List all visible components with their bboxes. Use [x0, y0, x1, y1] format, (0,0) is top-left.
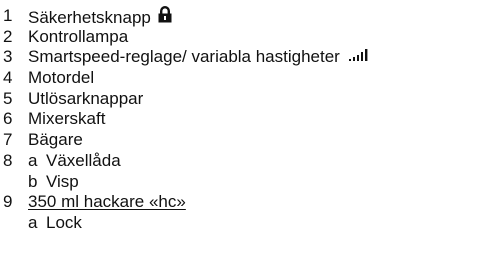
item-label: Bägare [28, 130, 83, 150]
item-number: 1 [3, 6, 13, 25]
list-item-9: 9 350 ml hackare «hc» [0, 192, 490, 213]
list-item-8a: 8 a Växellåda [0, 151, 490, 172]
list-item-7: 7 Bägare [0, 130, 490, 151]
item-label: Kontrollampa [28, 26, 129, 46]
item-label: 350 ml hackare «hc» [28, 192, 186, 212]
list-item-2: 2 Kontrollampa [0, 27, 490, 48]
item-letter: a [28, 150, 38, 170]
item-label: Säkerhetsknapp [28, 6, 172, 29]
list-item-9a: a Lock [0, 213, 490, 234]
list-item-6: 6 Mixerskaft [0, 109, 490, 130]
item-number: 6 [3, 109, 13, 129]
item-number: 4 [3, 68, 13, 88]
list-item-8b: b Visp [0, 172, 490, 193]
parts-list: 1 Säkerhetsknapp 2 Kontrollampa 3 Smarts… [0, 6, 490, 234]
item-letter: b [28, 171, 38, 191]
item-label: Mixerskaft [28, 109, 106, 129]
item-label: Lock [46, 212, 82, 232]
item-letter: a [28, 212, 38, 232]
lock-icon [158, 6, 172, 23]
speed-bars-icon [348, 48, 371, 62]
item-label: Växellåda [46, 150, 121, 170]
list-item-4: 4 Motordel [0, 68, 490, 89]
item-label: Motordel [28, 68, 95, 88]
item-number: 5 [3, 88, 13, 108]
list-item-3: 3 Smartspeed-reglage/ variabla hastighet… [0, 47, 490, 68]
item-number: 3 [3, 47, 13, 67]
item-number: 2 [3, 26, 13, 46]
item-number: 8 [3, 150, 13, 170]
item-label-text: Smartspeed-reglage/ variabla hastigheter [28, 47, 340, 67]
item-label: Visp [46, 171, 79, 191]
item-label-text: Säkerhetsknapp [28, 8, 151, 27]
item-label: Utlösarknappar [28, 88, 144, 108]
item-number: 7 [3, 130, 13, 150]
list-item-1: 1 Säkerhetsknapp [0, 6, 490, 27]
item-label: Smartspeed-reglage/ variabla hastigheter [28, 47, 371, 68]
list-item-5: 5 Utlösarknappar [0, 89, 490, 110]
item-number: 9 [3, 192, 13, 212]
